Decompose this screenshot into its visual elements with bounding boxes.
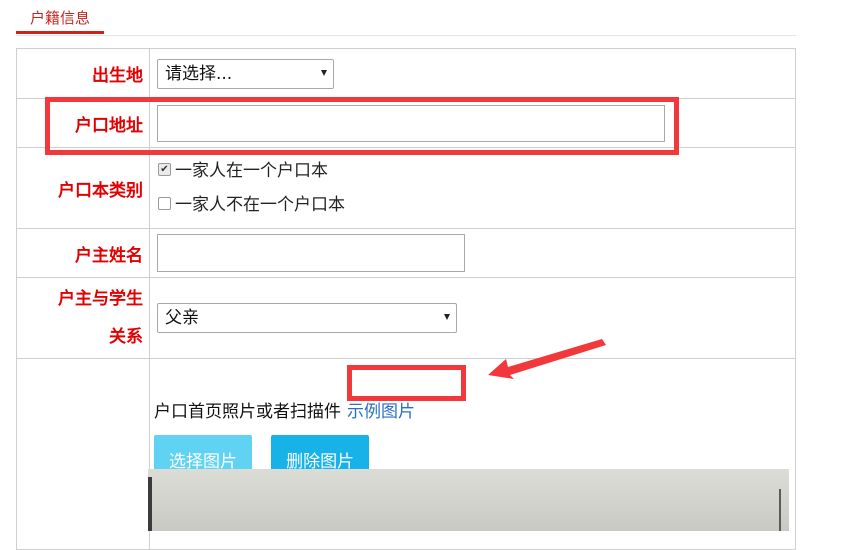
photo-edge-right (779, 489, 781, 531)
book-type-option-separate-label: 一家人不在一个户口本 (175, 195, 345, 215)
photo-preview-image (148, 469, 789, 531)
book-type-option-same-label: 一家人在一个户口本 (175, 161, 328, 181)
photo-hint: 户口首页照片或者扫描件 (154, 401, 341, 422)
annotation-arrow-icon (488, 339, 606, 379)
birthplace-select[interactable]: 请选择... (157, 58, 334, 89)
photo-hint-line: 户口首页照片或者扫描件 示例图片 (154, 397, 795, 422)
chevron-down-icon (444, 314, 450, 320)
photo-label (16, 358, 150, 550)
row-birthplace: 出生地 请选择... (16, 48, 796, 99)
book-type-label: 户口本类别 (16, 147, 150, 229)
book-type-option-same[interactable]: ✔ 一家人在一个户口本 (158, 154, 795, 188)
birthplace-label: 出生地 (16, 48, 150, 99)
row-book-type: 户口本类别 ✔ 一家人在一个户口本 一家人不在一个户口本 (16, 147, 796, 229)
birthplace-select-value: 请选择... (165, 63, 233, 84)
tab-household-info[interactable]: 户籍信息 (16, 0, 104, 34)
checkbox-checked-icon[interactable]: ✔ (158, 162, 171, 176)
highlight-box-address (45, 97, 679, 155)
book-type-option-separate[interactable]: 一家人不在一个户口本 (158, 188, 795, 222)
example-image-link[interactable]: 示例图片 (347, 402, 415, 422)
relation-label-line1: 户主与学生 (58, 289, 143, 309)
row-relation: 户主与学生 关系 父亲 (16, 277, 796, 359)
highlight-box-example-link (347, 365, 466, 401)
tab-divider (16, 35, 796, 36)
relation-select[interactable]: 父亲 (157, 303, 457, 333)
photo-edge-left (148, 477, 152, 531)
householder-name-input[interactable] (157, 234, 465, 272)
checkbox-unchecked-icon[interactable] (158, 196, 171, 210)
relation-select-value: 父亲 (165, 308, 199, 328)
chevron-down-icon (321, 69, 327, 76)
row-householder-name: 户主姓名 (16, 228, 796, 278)
relation-label-line2: 关系 (109, 327, 143, 347)
householder-name-label: 户主姓名 (16, 228, 150, 278)
relation-label: 户主与学生 关系 (16, 277, 150, 359)
arrow-shape (488, 339, 606, 379)
